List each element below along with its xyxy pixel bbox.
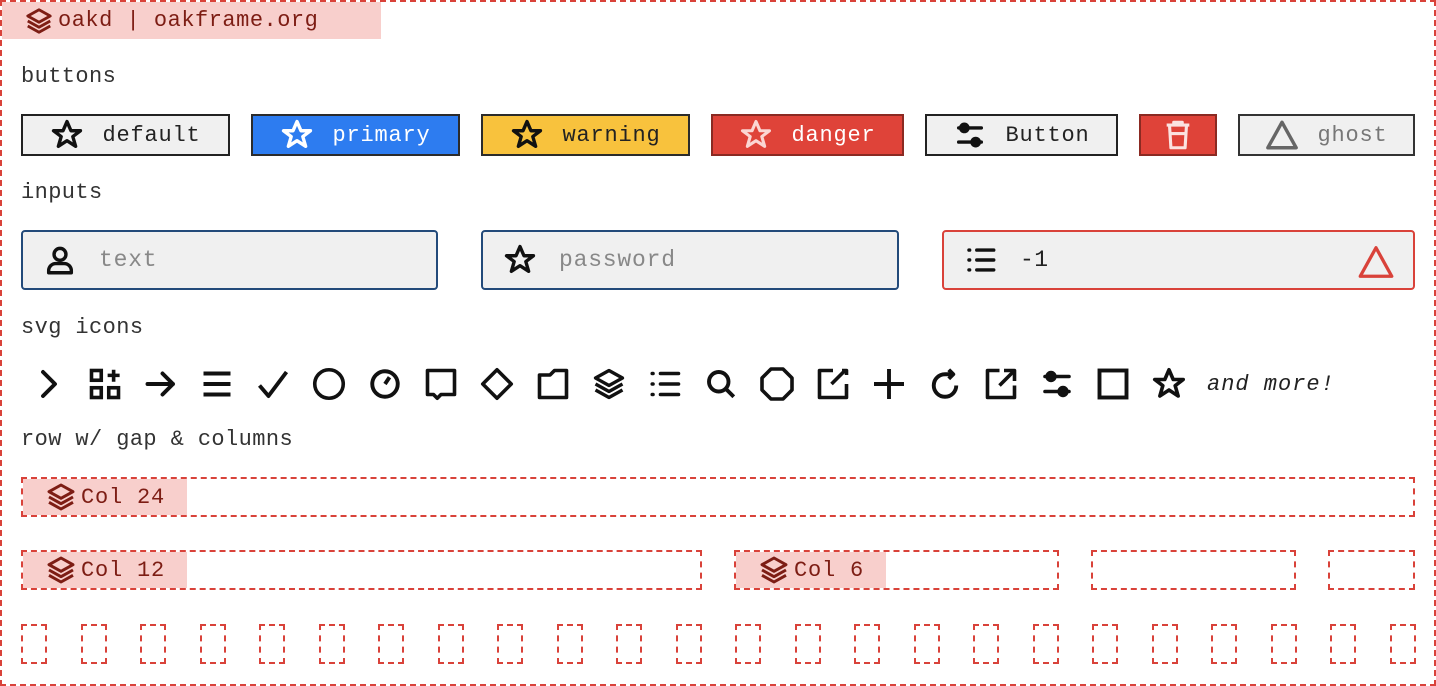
text-input-placeholder: text <box>99 247 158 273</box>
danger-button-label: danger <box>791 122 876 148</box>
star-icon <box>741 119 772 148</box>
section-label-inputs: inputs <box>21 180 103 205</box>
col-1 <box>735 624 761 664</box>
list-icon <box>967 248 996 272</box>
layers-icon <box>47 556 75 584</box>
chevron-right-icon <box>21 364 77 404</box>
col-1 <box>1151 624 1178 664</box>
sliders-icon <box>1029 364 1085 404</box>
col-1 <box>556 624 583 664</box>
section-label-grid: row w/ gap & columns <box>21 427 294 452</box>
layers-icon <box>47 483 75 511</box>
check-icon <box>245 364 301 404</box>
trash-icon <box>1166 120 1190 150</box>
number-input[interactable]: -1 <box>942 230 1415 290</box>
col-1 <box>21 624 47 664</box>
col-1 <box>140 624 166 664</box>
col-12: Col 12 <box>21 550 702 590</box>
apps-add-icon <box>77 364 133 404</box>
danger-button[interactable]: danger <box>711 114 904 156</box>
col-6-label: Col 6 <box>794 557 865 583</box>
sliders-icon <box>957 122 984 148</box>
warning-button-label: warning <box>562 122 661 148</box>
col-24: Col 24 <box>21 477 1415 517</box>
col-4 <box>1091 550 1296 590</box>
section-label-icons: svg icons <box>21 315 144 340</box>
star-icon <box>52 119 83 149</box>
menu-icon <box>189 364 245 404</box>
warning-triangle-icon <box>1358 246 1394 278</box>
col-1 <box>1330 624 1356 664</box>
layers-icon <box>581 364 637 404</box>
password-input-placeholder: password <box>559 247 676 273</box>
layers-icon <box>760 556 788 584</box>
clock-icon <box>357 364 413 404</box>
col-1 <box>616 624 642 664</box>
number-input-value: -1 <box>1020 247 1049 273</box>
triangle-icon <box>1266 120 1299 150</box>
default-button-label: default <box>102 122 201 148</box>
col-24-tag: Col 24 <box>23 479 188 515</box>
col-1 <box>259 624 285 664</box>
col-2 <box>1328 550 1415 590</box>
refresh-icon <box>917 364 973 404</box>
square-icon <box>1085 364 1141 404</box>
col-1 <box>378 624 404 664</box>
col-1 <box>675 624 702 664</box>
col-1 <box>1092 624 1118 664</box>
col-6: Col 6 <box>734 550 1059 590</box>
col-1 <box>794 624 821 664</box>
user-icon <box>46 246 74 275</box>
app-title-tag[interactable]: oakd | oakframe.org <box>2 2 381 39</box>
arrow-right-icon <box>133 364 189 404</box>
warning-button[interactable]: warning <box>481 114 690 156</box>
star-icon <box>282 119 313 149</box>
folder-icon <box>525 364 581 404</box>
diamond-icon <box>469 364 525 404</box>
col-1 <box>973 624 999 664</box>
col-12-label: Col 12 <box>81 557 166 583</box>
section-label-buttons: buttons <box>21 64 117 89</box>
col-1 <box>1032 624 1059 664</box>
comment-icon <box>413 364 469 404</box>
octagon-icon <box>749 364 805 404</box>
col-1 <box>1270 624 1297 664</box>
circle-icon <box>301 364 357 404</box>
sliders-button-label: Button <box>1005 122 1090 148</box>
default-button[interactable]: default <box>21 114 230 156</box>
external-link-icon <box>973 364 1029 404</box>
col-1 <box>437 624 464 664</box>
sliders-button[interactable]: Button <box>925 114 1118 156</box>
col-1 <box>1389 624 1416 664</box>
primary-button-label: primary <box>332 122 431 148</box>
ghost-button[interactable]: ghost <box>1238 114 1415 156</box>
delete-button[interactable] <box>1139 114 1217 156</box>
app-title: oakd | oakframe.org <box>58 8 319 33</box>
search-icon <box>693 364 749 404</box>
col-1 <box>913 624 940 664</box>
star-icon <box>512 119 543 149</box>
col-1 <box>497 624 523 664</box>
password-input[interactable]: password <box>481 230 899 290</box>
and-more-label: and more! <box>1207 371 1335 397</box>
edit-icon <box>805 364 861 404</box>
col-24-label: Col 24 <box>81 484 166 510</box>
plus-icon <box>861 364 917 404</box>
col-12-tag: Col 12 <box>23 552 188 588</box>
ghost-button-label: ghost <box>1317 122 1388 148</box>
text-input[interactable]: text <box>21 230 438 290</box>
col-1 <box>199 624 226 664</box>
star-icon <box>1141 364 1197 404</box>
col-1 <box>1211 624 1237 664</box>
icon-gallery: and more! <box>21 364 1335 404</box>
col-1 <box>80 624 107 664</box>
primary-button[interactable]: primary <box>251 114 460 156</box>
star-icon <box>504 244 536 274</box>
col-1 <box>854 624 880 664</box>
list-icon <box>637 364 693 404</box>
col-6-tag: Col 6 <box>736 552 887 588</box>
layers-icon <box>26 7 52 34</box>
col-1 <box>318 624 345 664</box>
